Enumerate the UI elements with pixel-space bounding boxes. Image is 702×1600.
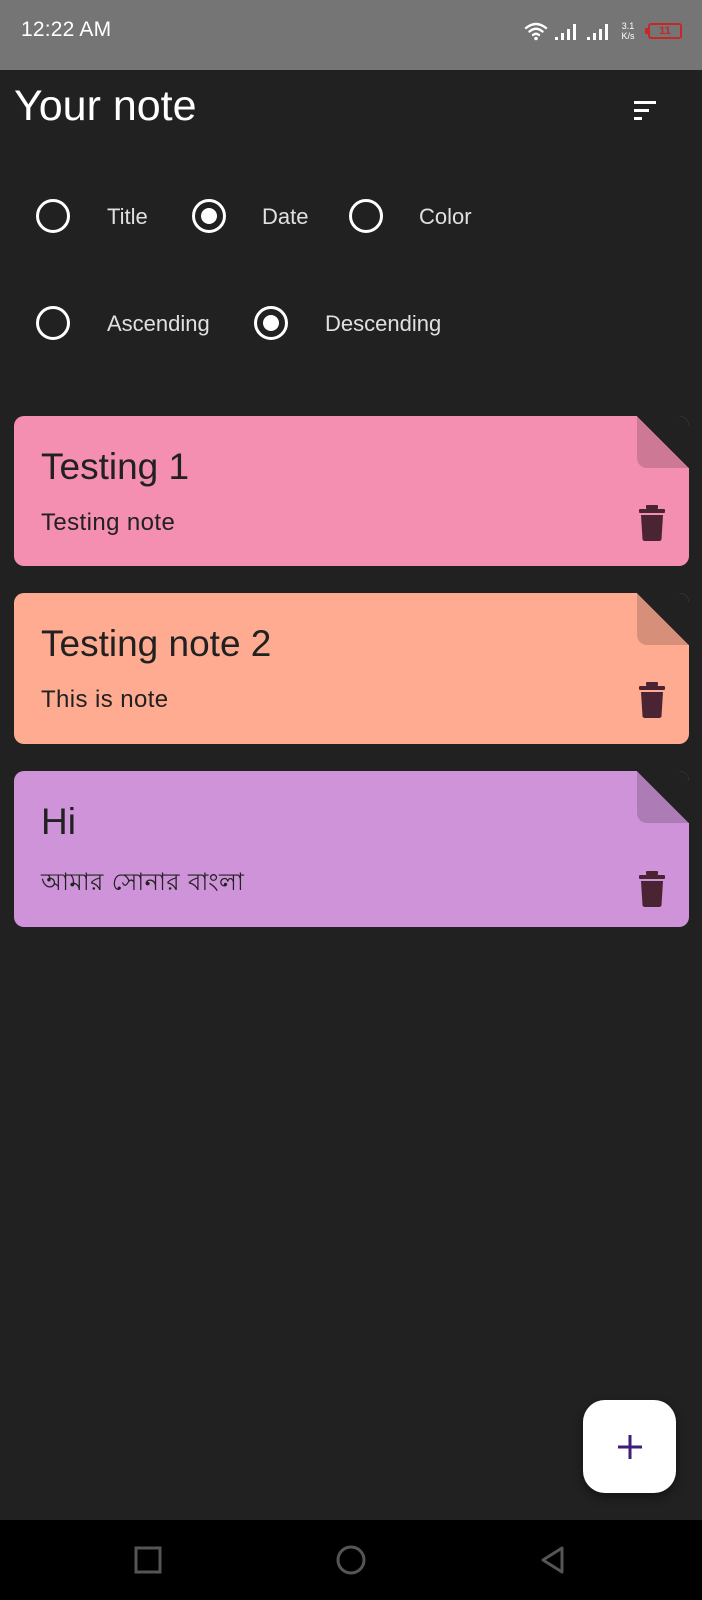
wifi-icon: [524, 22, 548, 41]
sort-order-group: Ascending Descending: [0, 298, 702, 348]
signal-icon: [555, 24, 576, 40]
net-speed-unit: K/s: [621, 31, 635, 41]
sort-toggle-button[interactable]: [622, 92, 666, 130]
trash-icon: [639, 871, 665, 907]
note-title: Hi: [41, 801, 76, 842]
radio-label-ascending: Ascending: [107, 311, 210, 336]
radio-button-descending[interactable]: [254, 306, 288, 340]
recent-apps-icon: [134, 1546, 162, 1574]
add-note-button[interactable]: [583, 1400, 676, 1493]
radio-label-color: Color: [419, 204, 472, 229]
navigation-bar: [0, 1520, 702, 1600]
note-fold-corner: [637, 416, 689, 468]
radio-button-title[interactable]: [36, 199, 70, 233]
sort-icon: [634, 101, 656, 120]
note-card[interactable]: Testing 1 Testing note: [14, 416, 689, 566]
sort-by-group: Title Date Color: [0, 191, 702, 241]
delete-note-button[interactable]: [637, 504, 667, 542]
note-card[interactable]: Hi আমার সোনার বাংলা: [14, 771, 689, 927]
radio-button-ascending[interactable]: [36, 306, 70, 340]
net-speed-value: 3.1: [621, 21, 635, 31]
note-card[interactable]: Testing note 2 This is note: [14, 593, 689, 744]
note-content: Testing note: [41, 509, 176, 536]
home-icon: [336, 1545, 366, 1575]
radio-button-color[interactable]: [349, 199, 383, 233]
delete-note-button[interactable]: [637, 681, 667, 719]
trash-icon: [639, 682, 665, 718]
net-speed: 3.1 K/s: [618, 21, 638, 41]
recent-apps-button[interactable]: [130, 1542, 166, 1578]
delete-note-button[interactable]: [637, 870, 667, 908]
note-fold-corner: [637, 771, 689, 823]
plus-icon: [617, 1434, 642, 1459]
home-button[interactable]: [333, 1542, 369, 1578]
back-button[interactable]: [535, 1542, 571, 1578]
note-content: আমার সোনার বাংলা: [41, 868, 245, 896]
note-content: This is note: [41, 686, 169, 713]
radio-button-date[interactable]: [192, 199, 226, 233]
page-title: Your note: [14, 82, 197, 130]
back-icon: [541, 1546, 564, 1574]
status-time: 12:22 AM: [21, 18, 112, 41]
battery-level: 11: [659, 25, 671, 37]
note-title: Testing 1: [41, 446, 190, 487]
battery-icon: 11: [645, 23, 682, 39]
radio-label-date: Date: [262, 204, 309, 229]
radio-label-title: Title: [107, 204, 148, 229]
note-title: Testing note 2: [41, 623, 272, 664]
radio-label-descending: Descending: [325, 311, 442, 336]
trash-icon: [639, 505, 665, 541]
signal-icon: [587, 24, 608, 40]
note-fold-corner: [637, 593, 689, 645]
status-icons: 3.1 K/s 11: [524, 18, 682, 44]
status-bar: 12:22 AM 3.1 K/s 11: [0, 0, 702, 70]
